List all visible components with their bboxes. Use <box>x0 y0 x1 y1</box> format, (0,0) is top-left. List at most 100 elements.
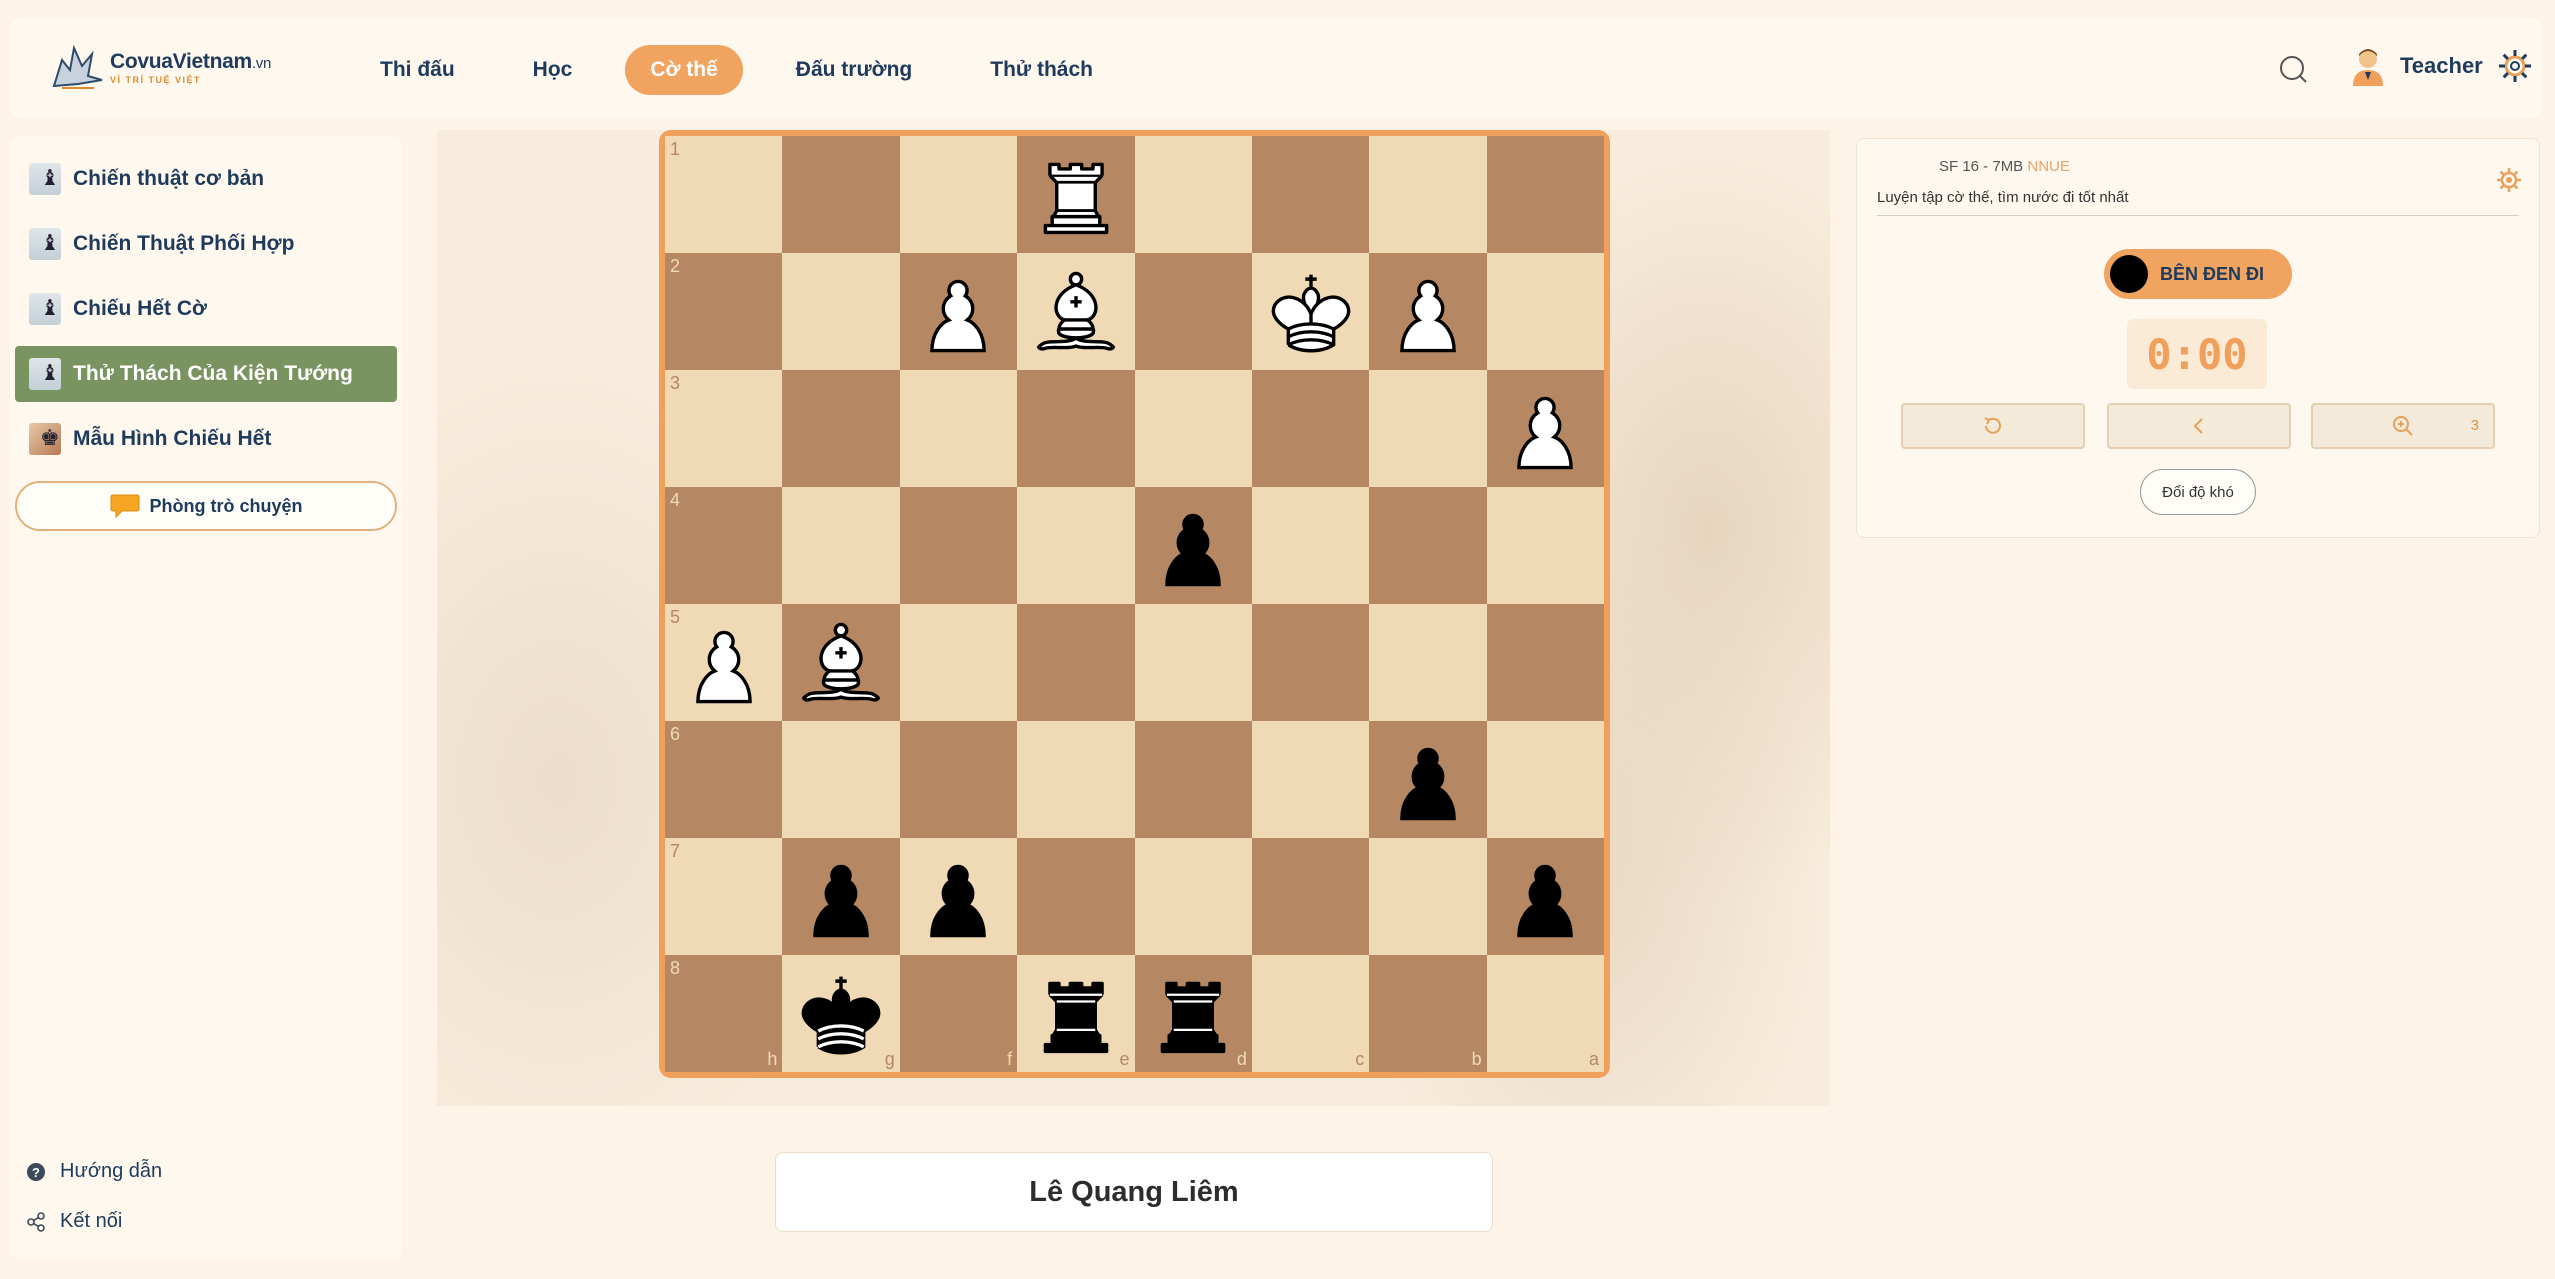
square-d2[interactable] <box>1134 253 1252 370</box>
nav-co-the[interactable]: Cờ thế <box>625 45 743 95</box>
square-a7[interactable] <box>1486 838 1604 955</box>
white-pawn-icon[interactable] <box>907 261 1009 363</box>
square-g6[interactable] <box>782 721 900 838</box>
nav-thu-thach[interactable]: Thử thách <box>965 45 1118 95</box>
square-a3[interactable] <box>1486 370 1604 487</box>
chessboard[interactable]: 1 2 345 678hg fe d c b a <box>665 136 1604 1072</box>
square-c7[interactable] <box>1251 838 1370 955</box>
nav-thi-dau[interactable]: Thi đấu <box>355 45 480 95</box>
black-pawn-icon[interactable] <box>1377 729 1479 831</box>
change-difficulty-button[interactable]: Đổi độ khó <box>2140 469 2256 515</box>
back-button[interactable] <box>2107 403 2291 449</box>
white-pawn-icon[interactable] <box>1494 378 1596 480</box>
sidebar-item-chieu-het-co[interactable]: ♝ Chiếu Hết Cờ <box>15 281 397 337</box>
black-pawn-icon[interactable] <box>1142 495 1244 597</box>
square-g2[interactable] <box>782 253 900 370</box>
square-d5[interactable] <box>1134 604 1252 721</box>
square-c2[interactable] <box>1251 253 1370 370</box>
square-f3[interactable] <box>899 370 1018 487</box>
square-e6[interactable] <box>1017 721 1135 838</box>
white-pawn-icon[interactable] <box>1377 261 1479 363</box>
square-e1[interactable] <box>1017 136 1135 253</box>
square-c1[interactable] <box>1251 136 1370 253</box>
square-b7[interactable] <box>1369 838 1487 955</box>
square-e4[interactable] <box>1017 487 1135 604</box>
nav-dau-truong[interactable]: Đấu trường <box>771 45 937 95</box>
connect-link[interactable]: Kết nối <box>26 1210 122 1233</box>
white-bishop-icon[interactable] <box>790 612 892 714</box>
square-e2[interactable] <box>1017 253 1135 370</box>
square-h1[interactable]: 1 <box>665 136 783 253</box>
chat-room-button[interactable]: Phòng trò chuyện <box>15 481 397 531</box>
hint-button[interactable]: 3 <box>2311 403 2495 449</box>
square-b6[interactable] <box>1369 721 1487 838</box>
square-g8[interactable]: g <box>782 955 900 1072</box>
square-e7[interactable] <box>1017 838 1135 955</box>
black-king-icon[interactable] <box>790 963 892 1065</box>
square-d8[interactable]: d <box>1134 955 1252 1072</box>
square-f1[interactable] <box>899 136 1018 253</box>
sidebar-item-mau-hinh-chieu-het[interactable]: ♚ Mẫu Hình Chiếu Hết <box>15 411 397 467</box>
square-d7[interactable] <box>1134 838 1252 955</box>
black-pawn-icon[interactable] <box>1494 846 1596 948</box>
site-logo[interactable]: CovuaVietnam.vn VÌ TRÍ TUỆ VIỆT <box>48 38 288 98</box>
sidebar-item-thu-thach-kien-tuong[interactable]: ♝ Thử Thách Của Kiện Tướng <box>15 346 397 402</box>
square-h6[interactable]: 6 <box>665 721 783 838</box>
white-bishop-icon[interactable] <box>1025 261 1127 363</box>
square-b2[interactable] <box>1369 253 1487 370</box>
sidebar-item-chien-thuat-phoi-hop[interactable]: ♝ Chiến Thuật Phối Hợp <box>15 216 397 272</box>
square-e8[interactable]: e <box>1017 955 1135 1072</box>
search-icon[interactable] <box>2278 54 2308 84</box>
user-menu[interactable]: Teacher <box>2350 46 2483 86</box>
white-pawn-icon[interactable] <box>673 612 775 714</box>
square-d3[interactable] <box>1134 370 1252 487</box>
square-e3[interactable] <box>1017 370 1135 487</box>
square-a5[interactable] <box>1486 604 1604 721</box>
square-c6[interactable] <box>1251 721 1370 838</box>
square-a2[interactable] <box>1486 253 1604 370</box>
square-c5[interactable] <box>1251 604 1370 721</box>
black-pawn-icon[interactable] <box>907 846 1009 948</box>
guide-link[interactable]: ? Hướng dẫn <box>26 1160 162 1183</box>
square-g5[interactable] <box>782 604 900 721</box>
square-a1[interactable] <box>1486 136 1604 253</box>
square-c8[interactable]: c <box>1251 955 1370 1072</box>
square-d4[interactable] <box>1134 487 1252 604</box>
square-g7[interactable] <box>782 838 900 955</box>
square-h4[interactable]: 4 <box>665 487 783 604</box>
square-d6[interactable] <box>1134 721 1252 838</box>
black-pawn-icon[interactable] <box>790 846 892 948</box>
engine-settings-gear-icon[interactable] <box>2495 166 2523 194</box>
square-b8[interactable]: b <box>1369 955 1487 1072</box>
square-b1[interactable] <box>1369 136 1487 253</box>
square-f5[interactable] <box>899 604 1018 721</box>
square-d1[interactable] <box>1134 136 1252 253</box>
square-f6[interactable] <box>899 721 1018 838</box>
sidebar-item-chien-thuat-co-ban[interactable]: ♝ Chiến thuật cơ bản <box>15 151 397 207</box>
white-king-icon[interactable] <box>1260 261 1362 363</box>
square-a6[interactable] <box>1486 721 1604 838</box>
square-a4[interactable] <box>1486 487 1604 604</box>
nav-hoc[interactable]: Học <box>508 45 598 95</box>
square-h5[interactable]: 5 <box>665 604 783 721</box>
square-a8[interactable]: a <box>1486 955 1604 1072</box>
square-g3[interactable] <box>782 370 900 487</box>
square-f4[interactable] <box>899 487 1018 604</box>
square-b4[interactable] <box>1369 487 1487 604</box>
square-h2[interactable]: 2 <box>665 253 783 370</box>
square-b5[interactable] <box>1369 604 1487 721</box>
square-h8[interactable]: 8h <box>665 955 783 1072</box>
square-h7[interactable]: 7 <box>665 838 783 955</box>
square-f8[interactable]: f <box>899 955 1018 1072</box>
square-f7[interactable] <box>899 838 1018 955</box>
square-c4[interactable] <box>1251 487 1370 604</box>
square-g1[interactable] <box>782 136 900 253</box>
black-rook-icon[interactable] <box>1142 963 1244 1065</box>
square-b3[interactable] <box>1369 370 1487 487</box>
square-e5[interactable] <box>1017 604 1135 721</box>
square-f2[interactable] <box>899 253 1018 370</box>
gear-icon[interactable] <box>2497 48 2533 84</box>
reset-button[interactable] <box>1901 403 2085 449</box>
white-rook-icon[interactable] <box>1025 144 1127 246</box>
black-rook-icon[interactable] <box>1025 963 1127 1065</box>
